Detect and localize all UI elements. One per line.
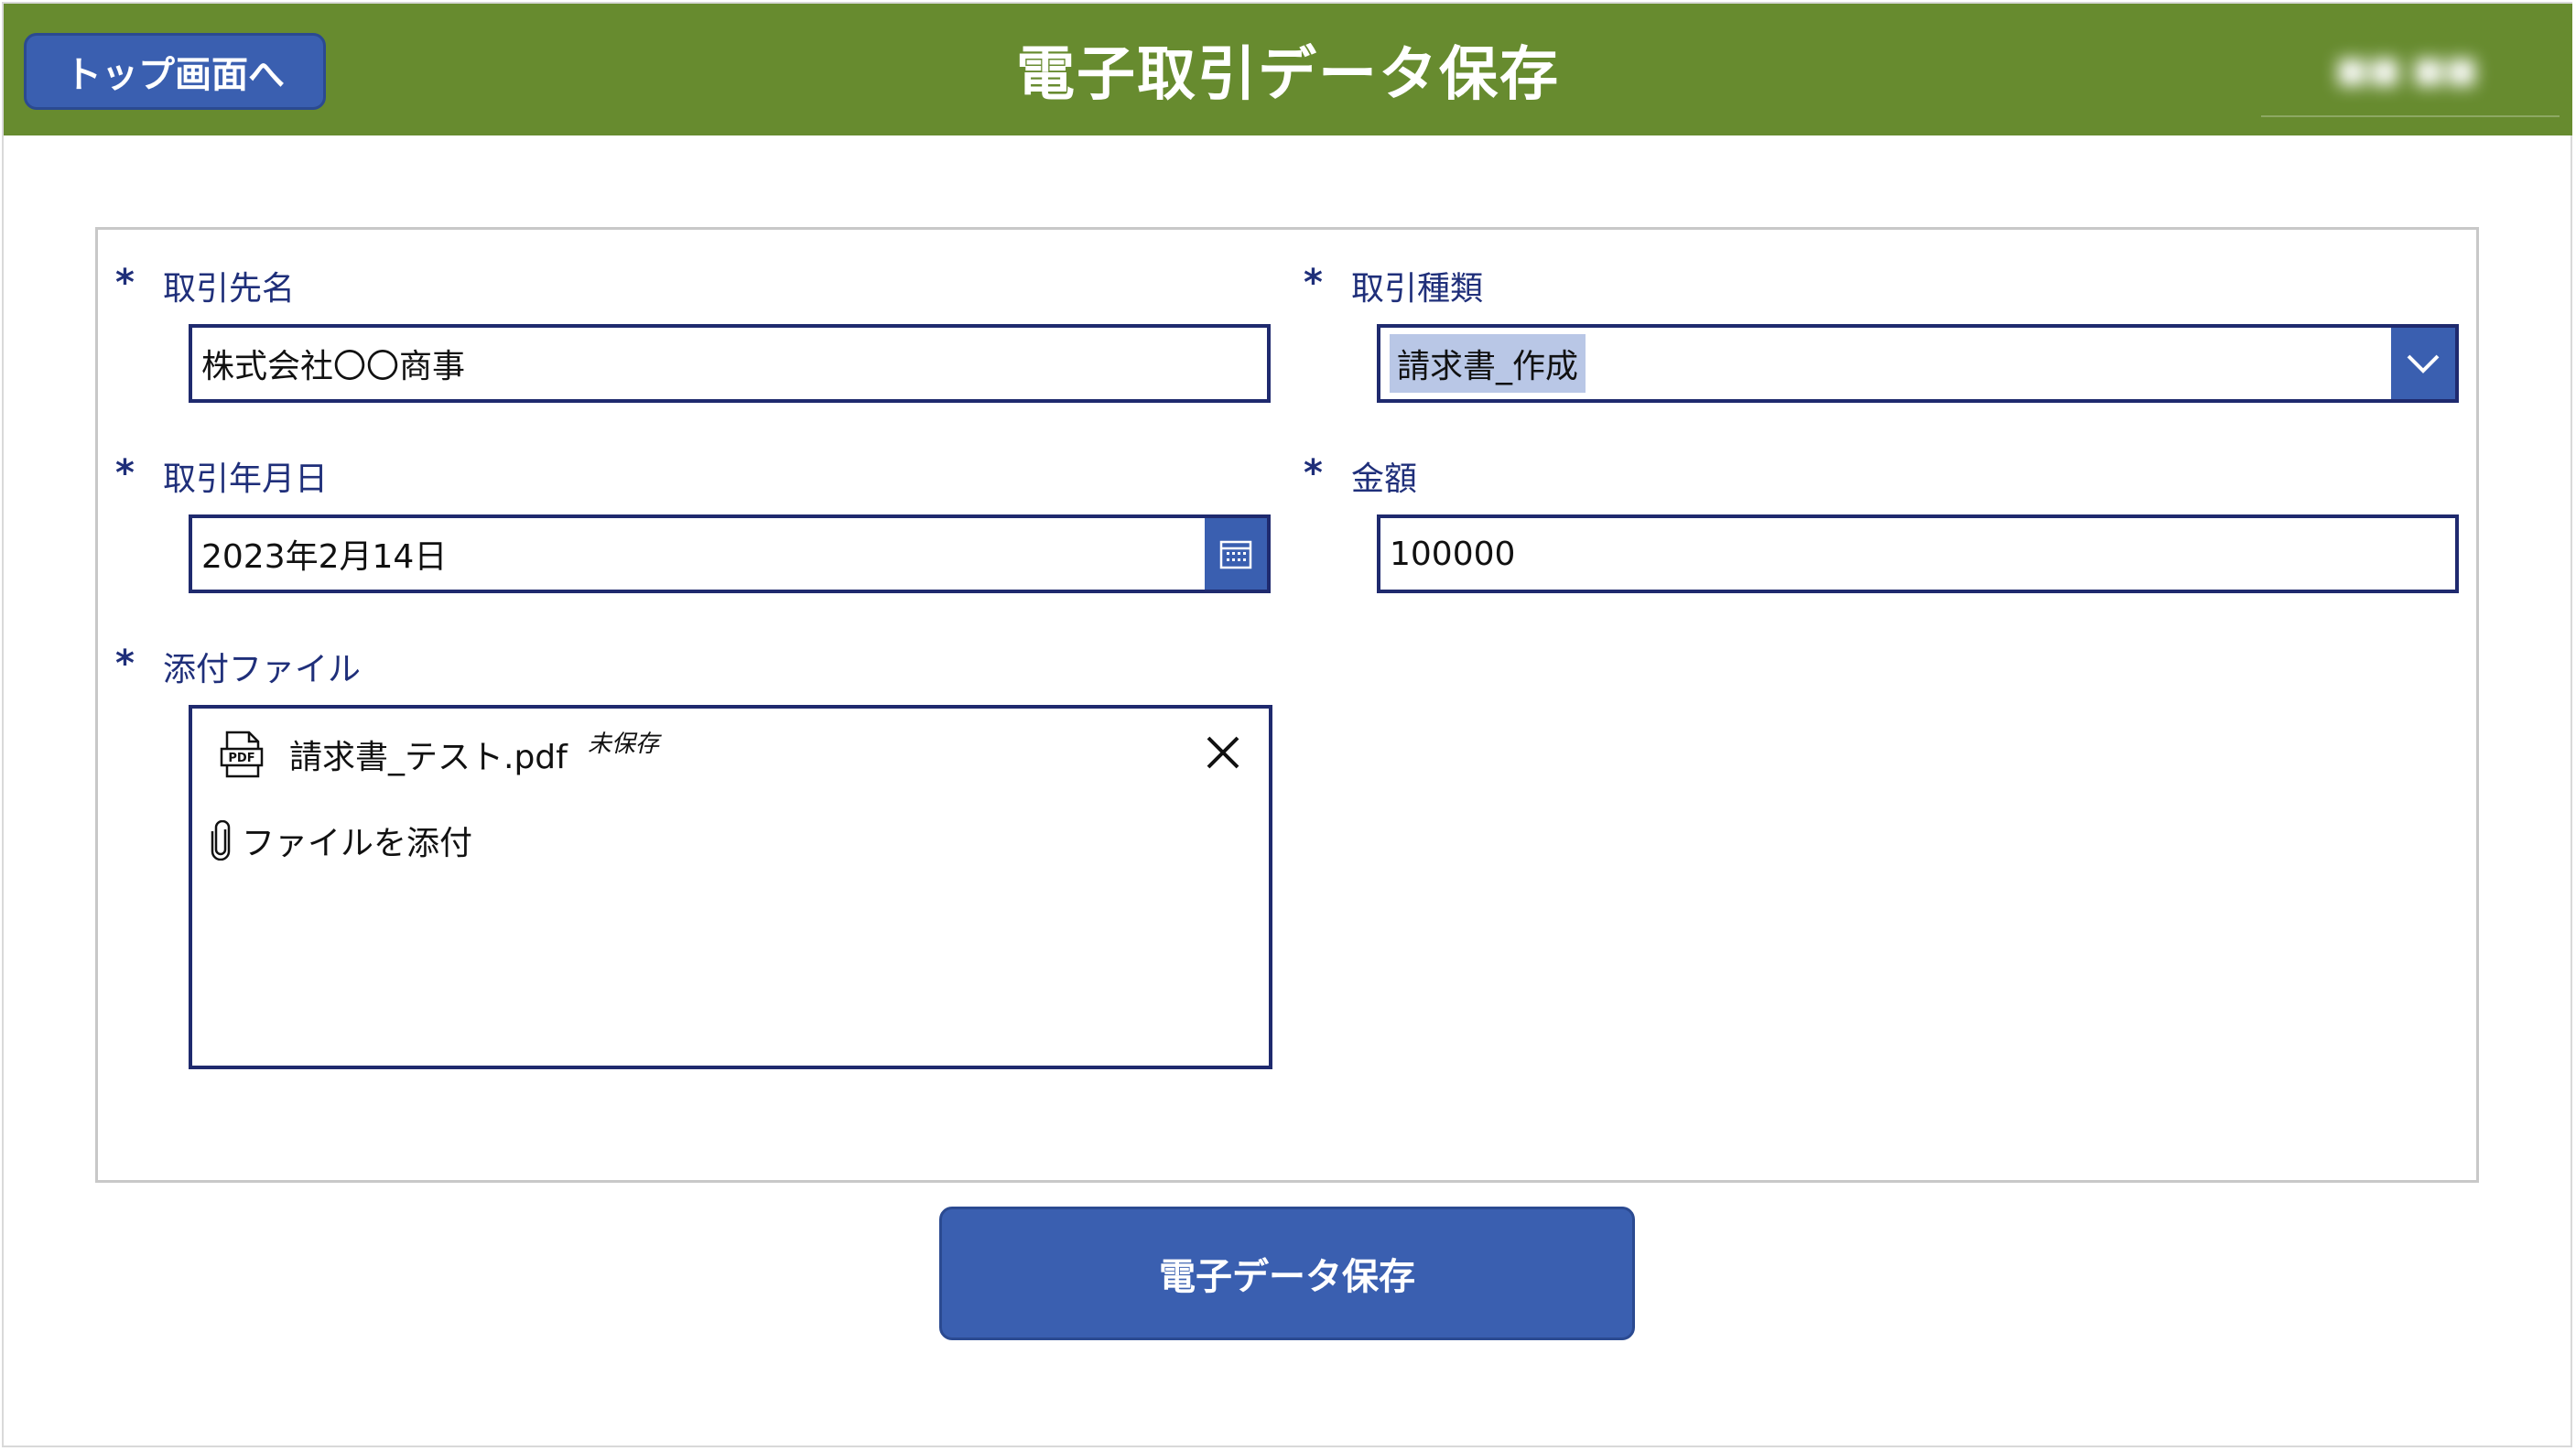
transaction-type-value: 請求書_作成 (1390, 334, 1586, 393)
add-attachment-link[interactable]: ファイルを添付 (211, 817, 472, 864)
paperclip-icon (211, 820, 233, 861)
amount-label: 金額 (1351, 460, 1418, 498)
close-icon[interactable] (1203, 732, 1243, 773)
date-value: 2023年2月14日 (201, 538, 448, 576)
svg-text:PDF: PDF (228, 752, 254, 765)
required-mark: * (115, 643, 135, 685)
attached-file[interactable]: PDF 請求書_テスト.pdf 未保存 (220, 731, 659, 778)
required-mark: * (115, 262, 135, 304)
page-title: 電子取引データ保存 (1016, 41, 1560, 109)
required-mark: * (1304, 262, 1323, 304)
header-bar: 電子取引データ保存 トップ画面へ ■■ ■■ (4, 4, 2572, 135)
required-mark: * (115, 452, 135, 494)
required-mark: * (1304, 452, 1323, 494)
partner-input[interactable]: 株式会社〇〇商事 (189, 324, 1271, 403)
transaction-type-select[interactable]: 請求書_作成 (1377, 324, 2459, 403)
partner-value: 株式会社〇〇商事 (201, 348, 466, 385)
file-status: 未保存 (587, 730, 659, 758)
file-name: 請求書_テスト.pdf (289, 739, 568, 776)
user-underline (2261, 115, 2560, 117)
date-label: 取引年月日 (163, 460, 329, 498)
amount-value: 100000 (1390, 535, 1516, 573)
chevron-down-icon[interactable] (2391, 328, 2455, 399)
back-to-top-button[interactable]: トップ画面へ (24, 33, 326, 110)
partner-label: 取引先名 (163, 270, 296, 308)
date-picker[interactable]: 2023年2月14日 (189, 514, 1271, 593)
save-data-button[interactable]: 電子データ保存 (939, 1207, 1635, 1340)
attachment-label: 添付ファイル (163, 651, 362, 688)
amount-input[interactable]: 100000 (1377, 514, 2459, 593)
attachment-box[interactable]: PDF 請求書_テスト.pdf 未保存 ファイルを添付 (189, 705, 1272, 1069)
user-name: ■■ ■■ (2335, 49, 2478, 90)
calendar-icon[interactable] (1205, 518, 1267, 590)
pdf-icon: PDF (220, 731, 264, 778)
add-attachment-label: ファイルを添付 (242, 825, 473, 862)
transaction-type-label: 取引種類 (1351, 270, 1484, 308)
